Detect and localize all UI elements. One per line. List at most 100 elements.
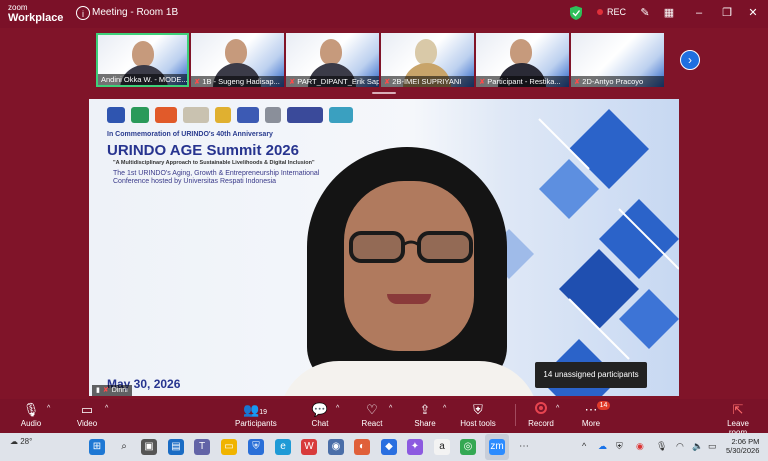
onedrive-icon[interactable]: ☁ bbox=[598, 441, 607, 452]
audio-button[interactable]: 🎙 Audio bbox=[20, 402, 42, 428]
chrome-icon[interactable]: ◎ bbox=[460, 439, 476, 455]
chevron-right-icon: › bbox=[688, 53, 692, 67]
wps-icon[interactable]: W bbox=[301, 439, 317, 455]
wifi-icon[interactable]: ◠ bbox=[676, 441, 684, 452]
meeting-info-icon[interactable]: i bbox=[76, 6, 90, 20]
amazon-icon[interactable]: a bbox=[434, 439, 450, 455]
thumbnail-strip: Andini Okka W. - MODE... ✘ 1B - Sugeng Ha… bbox=[96, 33, 664, 87]
share-screen-icon: ⇪ bbox=[419, 402, 431, 417]
partner-logo bbox=[131, 107, 149, 123]
participant-thumbnail[interactable]: Andini Okka W. - MODE... bbox=[96, 33, 189, 87]
microphone-icon: 🎙 bbox=[22, 402, 40, 417]
participants-button[interactable]: 👥19 Participants bbox=[235, 402, 277, 428]
weather-widget[interactable]: ☁ 28° bbox=[10, 437, 32, 446]
slide-tagline: "A Multidisciplinary Approach to Sustain… bbox=[113, 160, 315, 166]
firefox-icon[interactable]: ◐ bbox=[354, 439, 370, 455]
share-options-caret[interactable]: ^ bbox=[443, 405, 446, 412]
host-tools-button[interactable]: ⛨ Host tools bbox=[460, 402, 496, 428]
participant-name: PART_DIPANT_Erik Sap... bbox=[297, 77, 379, 86]
react-options-caret[interactable]: ^ bbox=[389, 405, 392, 412]
security-tray-icon[interactable]: ⛨ bbox=[616, 441, 623, 452]
recording-indicator[interactable]: REC bbox=[597, 7, 626, 17]
participant-thumbnail[interactable]: ✘ 2B-IMEI SUPRIYANI bbox=[381, 33, 474, 87]
camera-app-icon[interactable]: ◉ bbox=[328, 439, 344, 455]
slide-conference: The 1st URINDO's Aging, Growth & Entrepr… bbox=[113, 170, 320, 185]
dropbox-icon[interactable]: ◆ bbox=[381, 439, 397, 455]
restore-icon[interactable]: ❐ bbox=[720, 6, 734, 20]
shield-icon: ⛨ bbox=[473, 402, 483, 417]
muted-mic-icon: ✘ bbox=[574, 77, 581, 86]
shield-icon[interactable] bbox=[570, 6, 582, 20]
start-icon[interactable]: ⊞ bbox=[89, 439, 105, 455]
chat-options-caret[interactable]: ^ bbox=[336, 405, 339, 412]
signal-icon: ▮ bbox=[96, 387, 100, 394]
react-label: React bbox=[361, 419, 383, 428]
system-clock[interactable]: 2:06 PM 5/30/2026 bbox=[726, 437, 759, 455]
react-button[interactable]: ♡ React bbox=[359, 402, 385, 428]
participants-icon: 👥19 bbox=[243, 402, 267, 417]
chat-button[interactable]: 💬 Chat bbox=[309, 402, 331, 428]
clock-date: 5/30/2026 bbox=[726, 446, 760, 455]
minimize-icon[interactable]: – bbox=[692, 6, 706, 20]
volume-icon[interactable]: 🔈 bbox=[692, 441, 703, 452]
task-view-icon[interactable]: ▣ bbox=[141, 439, 157, 455]
resize-handle[interactable] bbox=[372, 92, 396, 94]
file-explorer-icon[interactable]: ▭ bbox=[221, 439, 237, 455]
meeting-title: Meeting - Room 1B bbox=[92, 7, 179, 18]
camera-icon: ▭ bbox=[80, 402, 94, 417]
rec-label: REC bbox=[607, 7, 627, 17]
participant-label: ✘ 2B-IMEI SUPRIYANI bbox=[381, 76, 474, 87]
zoom-taskbar-icon[interactable]: zm bbox=[489, 439, 505, 455]
overflow-icon[interactable]: ⋯ bbox=[516, 439, 532, 455]
muted-mic-icon: ✘ bbox=[194, 77, 201, 86]
edge-icon[interactable]: e bbox=[275, 439, 291, 455]
layout-icon[interactable]: ▦ bbox=[662, 6, 676, 20]
partner-logo bbox=[183, 107, 209, 123]
participant-thumbnail[interactable]: ✘ 2D-Antyo Pracoyo bbox=[571, 33, 664, 87]
teams-icon[interactable]: T bbox=[194, 439, 210, 455]
audio-label: Audio bbox=[20, 419, 42, 428]
leave-room-button[interactable]: ⇱ Leave room bbox=[718, 402, 758, 437]
participant-face bbox=[225, 39, 247, 65]
copilot-icon[interactable]: ✦ bbox=[407, 439, 423, 455]
partner-logo bbox=[265, 107, 281, 123]
participants-count: 19 bbox=[259, 409, 267, 416]
participant-face bbox=[320, 39, 342, 65]
participant-name: 1B - Sugeng Hadisap... bbox=[202, 77, 280, 86]
battery-icon[interactable]: ▭ bbox=[708, 441, 717, 452]
meeting-toolbar: 🎙 Audio ^ ▭ Video ^ 👥19 Participants 💬 C… bbox=[0, 399, 768, 437]
muted-mic-icon: ✘ bbox=[384, 77, 391, 86]
participant-thumbnail[interactable]: ✘ PART_DIPANT_Erik Sap... bbox=[286, 33, 379, 87]
video-options-caret[interactable]: ^ bbox=[105, 405, 108, 412]
participant-face bbox=[510, 39, 532, 65]
participant-thumbnail[interactable]: ✘ 1B - Sugeng Hadisap... bbox=[191, 33, 284, 87]
logo-bottom-text: Workplace bbox=[8, 12, 64, 24]
next-page-button[interactable]: › bbox=[680, 50, 700, 70]
partner-logo bbox=[287, 107, 323, 123]
search-icon[interactable]: ⌕ bbox=[116, 439, 132, 455]
audio-options-caret[interactable]: ^ bbox=[47, 405, 50, 412]
app-tray-icon[interactable]: ◉ bbox=[636, 441, 644, 452]
recording-dot-icon bbox=[597, 9, 603, 15]
video-button[interactable]: ▭ Video bbox=[76, 402, 98, 428]
store-icon[interactable]: ▤ bbox=[168, 439, 184, 455]
close-icon[interactable]: ✕ bbox=[746, 6, 760, 20]
record-button[interactable]: Record bbox=[528, 402, 554, 428]
participant-thumbnail[interactable]: ✘ Participant - Restika... bbox=[476, 33, 569, 87]
title-bar: zoom Workplace i Meeting - Room 1B REC ✎… bbox=[0, 0, 768, 28]
partner-logo bbox=[215, 107, 231, 123]
clock-time: 2:06 PM bbox=[731, 437, 760, 446]
pencil-icon[interactable]: ✎ bbox=[638, 6, 652, 20]
glasses-icon bbox=[349, 231, 473, 263]
unassigned-participants-notice[interactable]: 14 unassigned participants bbox=[535, 362, 647, 388]
participant-name: 2D-Antyo Pracoyo bbox=[582, 77, 644, 86]
share-button[interactable]: ⇪ Share bbox=[413, 402, 437, 428]
defender-icon[interactable]: ⛨ bbox=[248, 439, 264, 455]
chat-label: Chat bbox=[311, 419, 329, 428]
record-options-caret[interactable]: ^ bbox=[556, 405, 559, 412]
tray-chevron-icon[interactable]: ^ bbox=[582, 441, 586, 451]
speaker-name-chip: ▮ ✘ Dinni bbox=[92, 385, 132, 396]
record-icon bbox=[528, 402, 554, 418]
mic-tray-icon[interactable]: 🎙 bbox=[656, 441, 667, 452]
heart-icon: ♡ bbox=[366, 402, 378, 417]
